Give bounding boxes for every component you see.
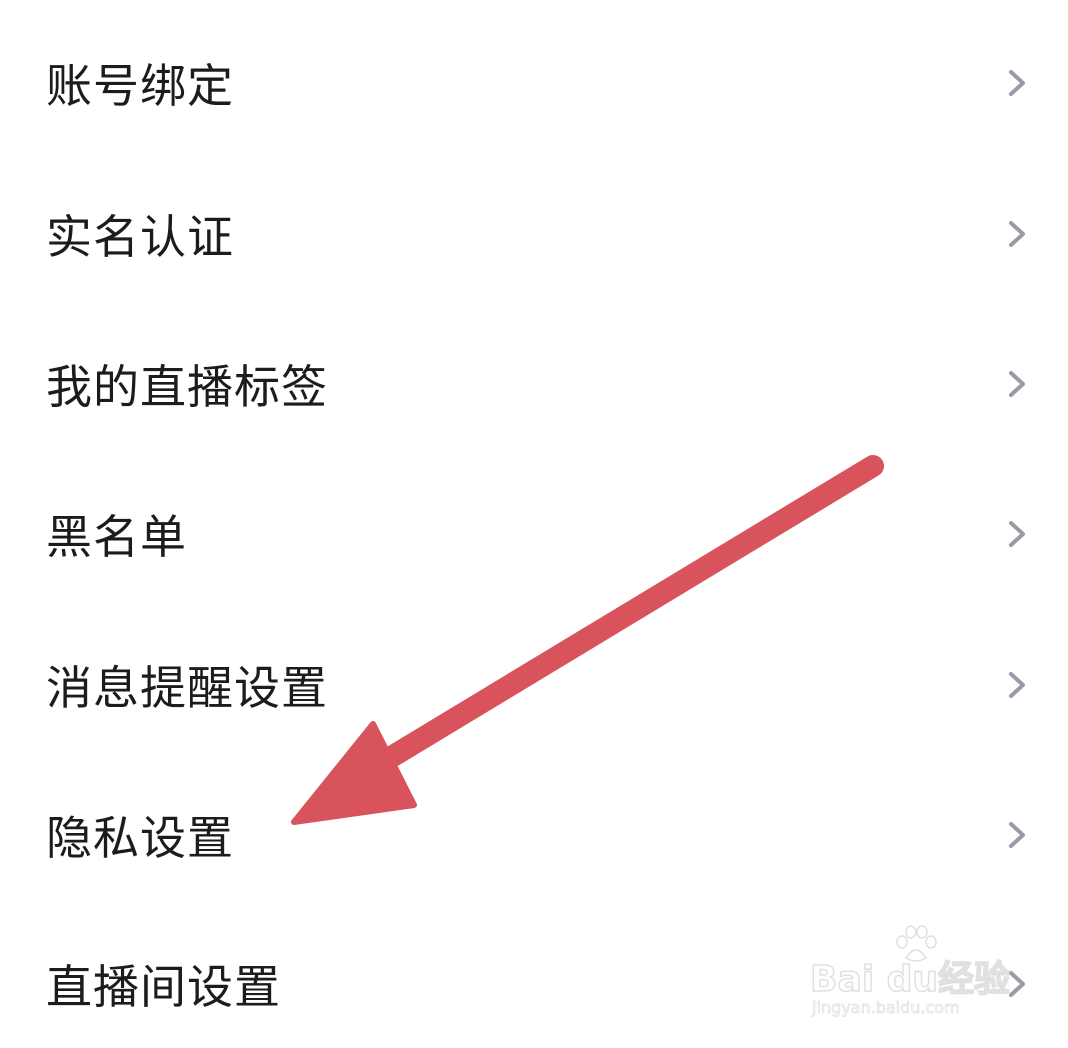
- settings-item-label: 隐私设置: [46, 811, 234, 865]
- settings-item-account-binding[interactable]: 账号绑定: [0, 8, 1068, 158]
- settings-item-privacy[interactable]: 隐私设置: [0, 760, 1068, 910]
- watermark-logo-text: Bai du经验: [809, 958, 1011, 1001]
- watermark-url: jingyan.baidu.com: [812, 998, 960, 1018]
- baidu-jingyan-watermark: Bai du经验 jingyan.baidu.com: [809, 924, 1011, 1024]
- settings-item-label: 消息提醒设置: [46, 661, 328, 715]
- settings-item-label: 直播间设置: [46, 960, 281, 1014]
- settings-item-label: 黑名单: [46, 510, 187, 564]
- settings-item-notifications[interactable]: 消息提醒设置: [0, 610, 1068, 760]
- settings-item-label: 我的直播标签: [46, 360, 328, 414]
- settings-item-real-name[interactable]: 实名认证: [0, 159, 1068, 309]
- chevron-right-icon: [1004, 219, 1030, 249]
- settings-list: 账号绑定 实名认证 我的直播标签 黑名单 消息提醒设置 隐私设置 直播间设置: [0, 0, 1068, 1048]
- settings-item-label: 账号绑定: [46, 59, 234, 113]
- settings-item-blacklist[interactable]: 黑名单: [0, 459, 1068, 609]
- chevron-right-icon: [1004, 68, 1030, 98]
- chevron-right-icon: [1004, 820, 1030, 850]
- chevron-right-icon: [1004, 670, 1030, 700]
- chevron-right-icon: [1004, 369, 1030, 399]
- settings-item-label: 实名认证: [46, 210, 234, 264]
- chevron-right-icon: [1004, 519, 1030, 549]
- settings-item-live-tags[interactable]: 我的直播标签: [0, 309, 1068, 459]
